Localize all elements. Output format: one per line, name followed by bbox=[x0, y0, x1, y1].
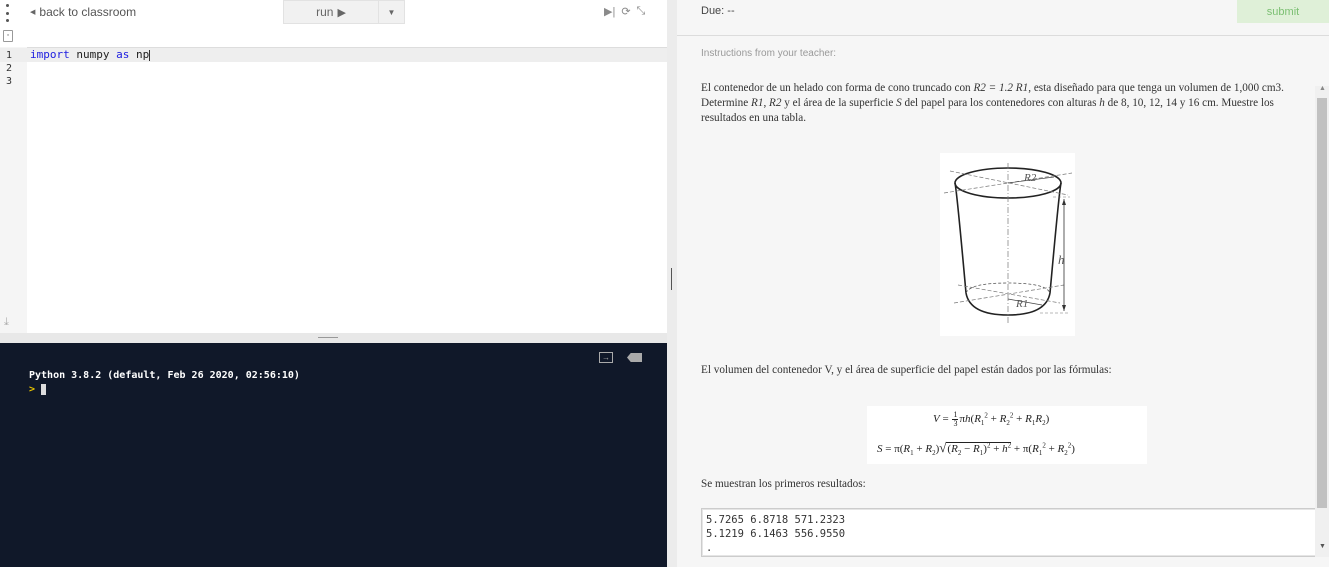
result-row: . bbox=[706, 542, 713, 554]
module-alias: np bbox=[129, 48, 150, 61]
truncated-cone-figure: R2 h R1 bbox=[940, 153, 1075, 336]
problem-var-r2: R2 bbox=[769, 97, 782, 109]
download-icon[interactable]: ⤓ bbox=[4, 316, 9, 329]
problem-equation: R2 = 1.2 R1 bbox=[973, 82, 1029, 94]
splitter-grip bbox=[318, 337, 338, 338]
chevron-down-icon: ▼ bbox=[387, 7, 396, 17]
console-prompt: > bbox=[29, 384, 36, 395]
line-number: 2 bbox=[6, 63, 13, 74]
text-caret bbox=[149, 49, 151, 61]
surface-formula: S = π(R1 + R2)√(R2 − R1)2 + h2 + π(R12 +… bbox=[877, 440, 1075, 458]
instructions-label: Instructions from your teacher: bbox=[701, 48, 837, 59]
expand-icon[interactable]: ⤡ bbox=[637, 5, 646, 18]
menu-kebab-icon[interactable] bbox=[6, 4, 10, 22]
result-row: 5.1219 6.1463 556.9550 bbox=[706, 528, 846, 540]
divider-handle bbox=[671, 268, 672, 290]
volume-formula: V = 1 3 πh(R12 + R22 + R1R2) bbox=[933, 410, 1050, 428]
console-banner: Python 3.8.2 (default, Feb 26 2020, 02:5… bbox=[29, 370, 300, 381]
scrollbar-thumb[interactable] bbox=[1317, 98, 1327, 508]
back-to-classroom-link[interactable]: ◀ back to classroom bbox=[30, 5, 136, 19]
keyword-import: import bbox=[30, 48, 70, 61]
python-console[interactable]: → Python 3.8.2 (default, Feb 26 2020, 02… bbox=[0, 343, 667, 567]
problem-var-r1: R1 bbox=[751, 97, 764, 109]
label-h: h bbox=[1058, 252, 1065, 267]
play-icon: ▶ bbox=[337, 6, 346, 19]
code-editor[interactable] bbox=[27, 47, 667, 333]
run-options-dropdown[interactable]: ▼ bbox=[379, 0, 405, 24]
problem-text: del papel para los contenedores con altu… bbox=[901, 97, 1100, 109]
due-date: Due: -- bbox=[701, 5, 735, 17]
keyword-as: as bbox=[116, 48, 130, 61]
pane-divider[interactable] bbox=[667, 0, 677, 567]
formula-image: V = 1 3 πh(R12 + R22 + R1R2) S = π(R1 + R2… bbox=[867, 406, 1147, 464]
reset-icon[interactable]: ⟳ bbox=[621, 5, 630, 18]
toolbar-icons: ▶| ⟳ ⤡ bbox=[604, 5, 645, 18]
step-icon[interactable]: ▶| bbox=[604, 5, 615, 18]
label-r2: R2 bbox=[1023, 172, 1037, 184]
line-gutter bbox=[0, 47, 27, 333]
file-icon[interactable]: ▫ bbox=[3, 30, 13, 42]
console-input-icon[interactable]: → bbox=[599, 352, 613, 363]
editor-toolbar: ◀ back to classroom run ▶ ▼ ▶| ⟳ ⤡ bbox=[0, 0, 667, 26]
result-row: 5.7265 6.8718 571.2323 bbox=[706, 514, 846, 526]
editor-console-splitter[interactable] bbox=[0, 333, 667, 343]
formulas-intro: El volumen del contenedor V, y el área d… bbox=[701, 364, 1112, 376]
line-number: 3 bbox=[6, 76, 13, 87]
results-output-box: 5.7265 6.8718 571.2323 5.1219 6.1463 556… bbox=[701, 508, 1317, 557]
console-cursor bbox=[41, 384, 46, 395]
scroll-down-icon[interactable]: ▼ bbox=[1319, 543, 1326, 550]
problem-statement: El contenedor de un helado con forma de … bbox=[701, 81, 1309, 126]
cone-diagram: R2 h R1 bbox=[943, 163, 1073, 323]
back-label: back to classroom bbox=[39, 5, 137, 19]
line-number: 1 bbox=[6, 50, 13, 61]
first-results-intro: Se muestran los primeros resultados: bbox=[701, 478, 866, 490]
header-divider bbox=[677, 35, 1329, 36]
code-line-1[interactable]: import numpy as np bbox=[30, 48, 151, 61]
run-label: run bbox=[316, 5, 334, 19]
back-arrow-icon: ◀ bbox=[30, 9, 36, 16]
problem-text: y el área de la superficie bbox=[781, 97, 897, 109]
code-pane: ◀ back to classroom run ▶ ▼ ▶| ⟳ ⤡ ▫ 1 2… bbox=[0, 0, 667, 567]
module-name: numpy bbox=[69, 48, 117, 61]
run-button[interactable]: run ▶ bbox=[283, 0, 379, 24]
label-r1: R1 bbox=[1015, 298, 1028, 310]
clear-console-icon[interactable] bbox=[627, 353, 642, 362]
scroll-up-icon[interactable]: ▲ bbox=[1319, 85, 1326, 92]
submit-button[interactable]: submit bbox=[1237, 0, 1329, 23]
instructions-pane: Due: -- submit Instructions from your te… bbox=[677, 0, 1329, 567]
problem-text: El contenedor de un helado con forma de … bbox=[701, 82, 974, 94]
